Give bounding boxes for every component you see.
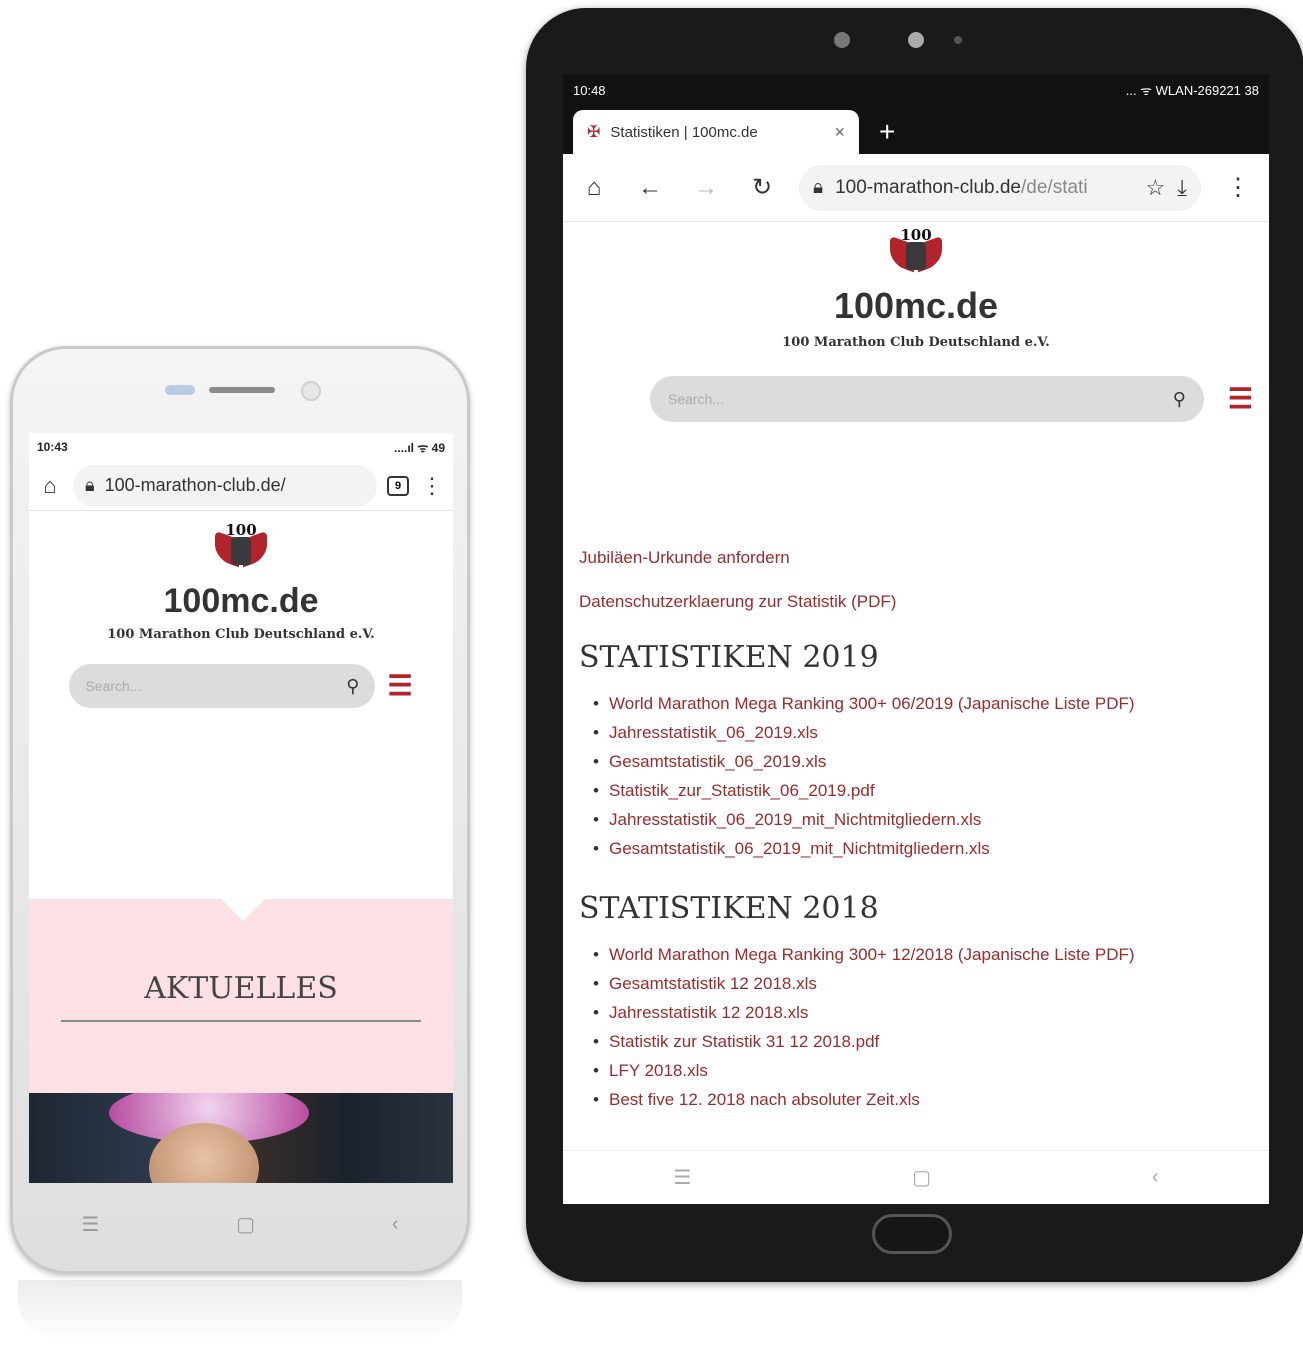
phone-url-text: 100-marathon-club.de/ [104, 475, 286, 495]
hamburger-menu-icon[interactable]: ☰ [1228, 385, 1253, 413]
file-list: World Marathon Mega Ranking 300+ 06/2019… [579, 689, 1253, 863]
section-heading: STATISTIKEN 2018 [579, 891, 879, 926]
phone-status-time: 10:43 [37, 440, 68, 454]
file-link[interactable]: Statistik_zur_Statistik_06_2019.pdf [593, 776, 1253, 805]
tablet-sensor-small [954, 36, 962, 44]
file-link[interactable]: Gesamtstatistik 12 2018.xls [593, 969, 1253, 998]
search-icon[interactable]: ⚲ [1173, 389, 1186, 410]
file-link[interactable]: Jahresstatistik_06_2019.xls [593, 718, 1253, 747]
file-link[interactable]: Statistik zur Statistik 31 12 2018.pdf [593, 1027, 1253, 1056]
recent-apps-icon[interactable]: ☰ [81, 1212, 99, 1237]
phone-speaker [209, 387, 275, 393]
recent-apps-icon[interactable]: ☰ [673, 1165, 691, 1190]
site-logo-text: 100 [225, 521, 257, 539]
aktuelles-heading: AKTUELLES [144, 971, 338, 1006]
more-options-icon[interactable]: ⋮ [1219, 173, 1257, 202]
phone-system-nav: ☰ ▢ ‹ [13, 1199, 467, 1249]
file-link[interactable]: LFY 2018.xls [593, 1056, 1253, 1085]
file-link[interactable]: World Marathon Mega Ranking 300+ 12/2018… [593, 940, 1253, 969]
tablet-status-time: 10:48 [573, 82, 606, 98]
site-title[interactable]: 100mc.de [579, 285, 1253, 327]
site-title[interactable]: 100mc.de [29, 582, 453, 621]
tablet-page: 100 100mc.de 100 Marathon Club Deutschla… [563, 222, 1269, 1114]
phone-device: 10:43 ....ıl ᯤ 49 ⌂ 🔒︎ 100-marathon-club… [10, 346, 470, 1274]
tablet-device: 10:48 ... ᯤ WLAN-269221 38 ✠ Statistiken… [526, 8, 1303, 1282]
phone-page: 100 100mc.de 100 Marathon Club Deutschla… [29, 521, 453, 708]
file-link[interactable]: Gesamtstatistik_06_2019.xls [593, 747, 1253, 776]
section-divider [61, 1020, 421, 1022]
tablet-url-text: 100-marathon-club.de/de/stati [835, 177, 1133, 199]
aktuelles-section: AKTUELLES [29, 899, 453, 1093]
phone-search-row: Search... ⚲ ☰ [29, 664, 453, 708]
tablet-camera [834, 32, 850, 48]
site-logo-text: 100 [900, 226, 932, 244]
reload-icon[interactable]: ↻ [743, 173, 781, 202]
phone-reflection [18, 1280, 462, 1340]
home-icon[interactable]: ⌂ [575, 174, 613, 202]
lock-icon: 🔒︎ [85, 475, 95, 495]
browser-tab-title: Statistiken | 100mc.de [610, 123, 758, 141]
tablet-status-bar: 10:48 ... ᯤ WLAN-269221 38 [563, 74, 1269, 106]
back-arrow-icon[interactable]: ← [631, 174, 669, 202]
search-placeholder: Search... [667, 391, 724, 407]
file-link[interactable]: Best five 12. 2018 nach absoluter Zeit.x… [593, 1085, 1253, 1114]
tablet-address-bar[interactable]: 🔒︎ 100-marathon-club.de/de/stati ☆ ⤓ [799, 164, 1201, 211]
site-header: 100 100mc.de 100 Marathon Club Deutschla… [579, 222, 1253, 422]
search-input[interactable]: Search... ⚲ [649, 376, 1204, 422]
file-link[interactable]: World Marathon Mega Ranking 300+ 06/2019… [593, 689, 1253, 718]
site-subtitle: 100 Marathon Club Deutschland e.V. [782, 335, 1050, 350]
favicon-icon: ✠ [587, 124, 601, 141]
search-placeholder: Search... [85, 678, 142, 694]
site-logo[interactable]: 100 [888, 226, 944, 278]
phone-browser-toolbar: ⌂ 🔒︎ 100-marathon-club.de/ 9 ⋮ [29, 461, 453, 511]
back-icon[interactable]: ‹ [392, 1213, 399, 1236]
phone-address-bar[interactable]: 🔒︎ 100-marathon-club.de/ [73, 464, 377, 507]
tablet-status-icons: ... ᯤ WLAN-269221 38 [1125, 83, 1259, 98]
search-input[interactable]: Search... ⚲ [69, 664, 376, 708]
section-heading: STATISTIKEN 2019 [579, 640, 879, 675]
url-host: 100-marathon-club.de [835, 176, 1021, 198]
new-tab-button[interactable]: + [879, 110, 895, 154]
phone-status-bar: 10:43 ....ıl ᯤ 49 [29, 433, 453, 461]
bookmark-star-icon[interactable]: ☆ [1146, 175, 1166, 201]
file-list: World Marathon Mega Ranking 300+ 12/2018… [579, 940, 1253, 1114]
home-button-icon[interactable]: ▢ [236, 1212, 255, 1237]
search-icon[interactable]: ⚲ [346, 676, 359, 697]
home-icon[interactable]: ⌂ [37, 473, 63, 499]
browser-tab[interactable]: ✠ Statistiken | 100mc.de × [573, 110, 859, 154]
section-notch [221, 899, 265, 921]
top-links: Jubiläen-Urkunde anfordern Datenschutzer… [579, 548, 1253, 612]
tablet-search-row: Search... ⚲ ☰ [579, 376, 1253, 422]
tablet-home-button[interactable] [872, 1214, 952, 1254]
section-statistiken-2019: STATISTIKEN 2019 World Marathon Mega Ran… [579, 640, 1253, 863]
news-photo[interactable] [29, 1093, 453, 1183]
back-icon[interactable]: ‹ [1152, 1166, 1159, 1189]
tablet-tab-strip: ✠ Statistiken | 100mc.de × + [563, 106, 1269, 154]
url-path: /de/stati [1021, 176, 1088, 198]
download-icon[interactable]: ⤓ [1177, 175, 1187, 201]
tablet-browser-toolbar: ⌂ ← → ↻ 🔒︎ 100-marathon-club.de/de/stati… [563, 154, 1269, 222]
tablet-screen: 10:48 ... ᯤ WLAN-269221 38 ✠ Statistiken… [563, 74, 1269, 1204]
file-link[interactable]: Gesamtstatistik_06_2019_mit_Nichtmitglie… [593, 834, 1253, 863]
hamburger-menu-icon[interactable]: ☰ [387, 672, 412, 700]
link-jubilaeen-urkunde[interactable]: Jubiläen-Urkunde anfordern [579, 548, 1253, 568]
section-statistiken-2018: STATISTIKEN 2018 World Marathon Mega Ran… [579, 891, 1253, 1114]
tab-switcher-button[interactable]: 9 [387, 475, 409, 496]
file-link[interactable]: Jahresstatistik_06_2019_mit_Nichtmitglie… [593, 805, 1253, 834]
forward-arrow-icon[interactable]: → [687, 174, 725, 202]
phone-sensor [165, 385, 195, 395]
tablet-sensor [908, 32, 924, 48]
phone-camera [301, 381, 321, 401]
site-logo[interactable]: 100 [213, 521, 269, 573]
tablet-system-nav: ☰ ▢ ‹ [563, 1150, 1269, 1204]
link-datenschutz[interactable]: Datenschutzerklaerung zur Statistik (PDF… [579, 592, 1253, 612]
file-link[interactable]: Jahresstatistik 12 2018.xls [593, 998, 1253, 1027]
home-button-icon[interactable]: ▢ [912, 1165, 931, 1190]
more-options-icon[interactable]: ⋮ [419, 473, 445, 499]
site-subtitle: 100 Marathon Club Deutschland e.V. [107, 627, 375, 642]
phone-status-icons: ....ıl ᯤ 49 [394, 440, 445, 455]
close-tab-icon[interactable]: × [834, 122, 845, 143]
lock-icon: 🔒︎ [813, 176, 824, 198]
phone-screen: 10:43 ....ıl ᯤ 49 ⌂ 🔒︎ 100-marathon-club… [29, 433, 453, 1183]
